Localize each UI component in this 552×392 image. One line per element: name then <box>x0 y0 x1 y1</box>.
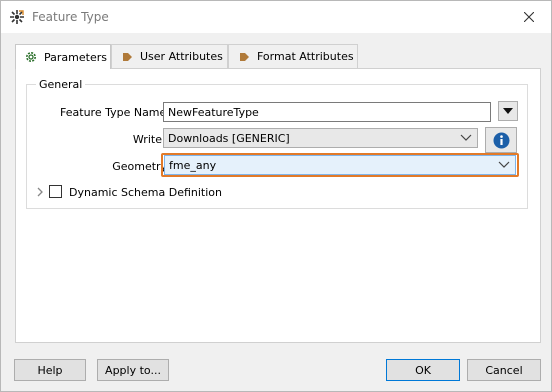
info-icon <box>493 132 509 148</box>
cancel-button[interactable]: Cancel <box>467 359 541 381</box>
parameters-panel: General Feature Type Name: Writer: Downl… <box>15 68 541 343</box>
triangle-down-icon <box>503 108 513 114</box>
tab-parameters[interactable]: Parameters <box>15 44 111 69</box>
feature-type-dialog: Feature Type Parameters User Attributes … <box>0 0 552 392</box>
feature-type-name-dropdown-button[interactable] <box>498 101 518 121</box>
writer-info-button[interactable] <box>485 127 517 153</box>
feature-type-name-input[interactable] <box>163 102 491 122</box>
tab-label: Format Attributes <box>257 50 354 63</box>
writer-value: Downloads [GENERIC] <box>168 131 290 145</box>
window-title: Feature Type <box>32 10 109 24</box>
fme-app-icon <box>10 10 24 24</box>
title-bar: Feature Type <box>1 1 551 33</box>
close-button[interactable] <box>507 1 551 33</box>
chevron-down-icon <box>498 161 510 168</box>
apply-to-button[interactable]: Apply to... <box>97 359 169 381</box>
writer-select[interactable]: Downloads [GENERIC] <box>163 128 478 148</box>
geometry-select[interactable]: fme_any <box>164 155 516 175</box>
help-button[interactable]: Help <box>14 359 86 381</box>
close-icon <box>524 12 534 22</box>
tab-format-attributes[interactable]: Format Attributes <box>228 44 358 68</box>
tab-label: User Attributes <box>140 50 223 63</box>
gear-icon <box>24 50 38 64</box>
tab-user-attributes[interactable]: User Attributes <box>111 44 228 68</box>
dynamic-schema-checkbox[interactable] <box>49 185 62 198</box>
geometry-value: fme_any <box>169 158 217 172</box>
feature-type-name-label: Feature Type Name: <box>60 106 170 119</box>
dynamic-schema-label: Dynamic Schema Definition <box>69 186 222 199</box>
chevron-down-icon <box>460 134 472 141</box>
arrow-right-icon <box>120 50 134 64</box>
ok-button[interactable]: OK <box>386 359 460 381</box>
chevron-right-icon[interactable] <box>36 187 44 197</box>
general-group-label: General <box>36 78 86 91</box>
arrow-right-icon <box>237 50 251 64</box>
tab-label: Parameters <box>44 50 107 64</box>
